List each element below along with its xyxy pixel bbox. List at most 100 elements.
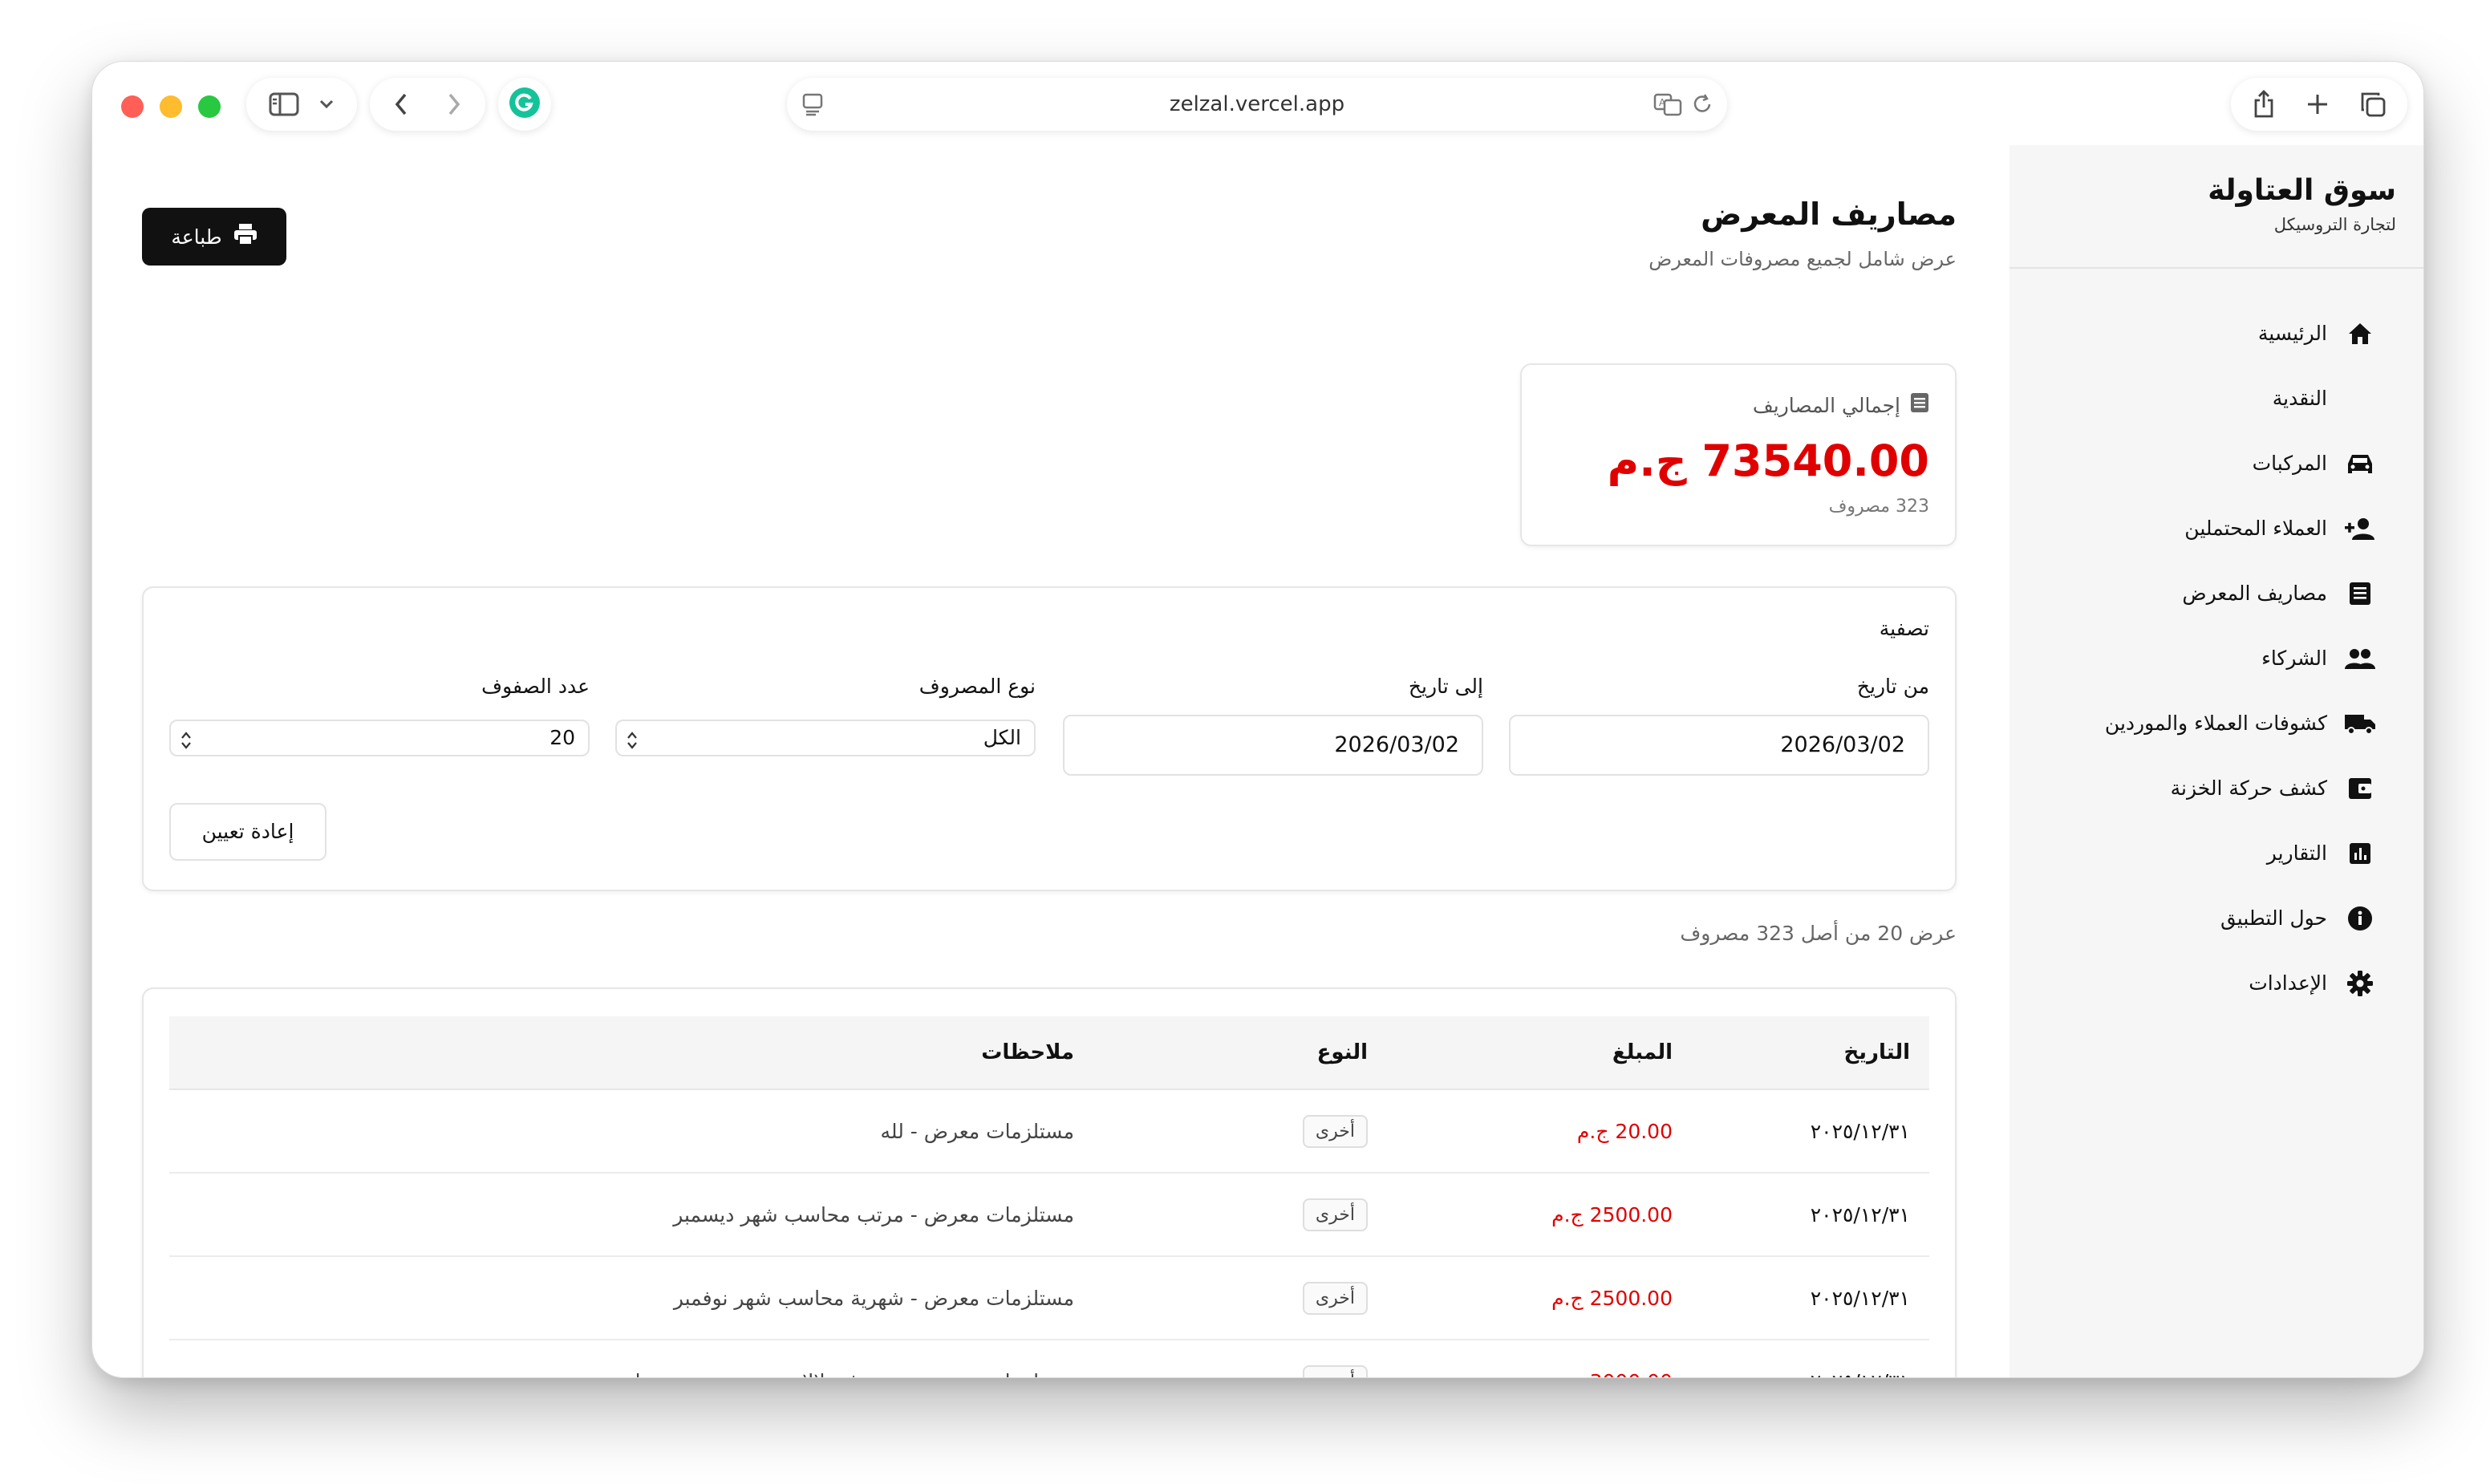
- cell-amount: 3000.00 ج.م: [1551, 1340, 1673, 1378]
- filter-title: تصفية: [1879, 617, 1929, 640]
- brand: سوق العتاولة لتجارة التروسيكل: [2009, 145, 2423, 234]
- from-date-input[interactable]: 2026/03/02: [1509, 715, 1929, 776]
- back-arrow-icon[interactable]: [394, 92, 408, 116]
- close-window-button[interactable]: [121, 95, 144, 118]
- forward-arrow-icon[interactable]: [447, 92, 461, 116]
- sidebar-toggle-group[interactable]: [246, 78, 357, 131]
- from-date-value: 2026/03/02: [1780, 732, 1905, 757]
- print-icon: [233, 223, 258, 250]
- total-label-row: إجمالي المصاريف: [1753, 392, 1929, 418]
- dollar-icon: $: [2343, 382, 2377, 416]
- home-icon: [2343, 317, 2377, 351]
- sidebar-item-statements[interactable]: كشوفات العملاء والموردين: [2009, 691, 2377, 756]
- header-amount[interactable]: المبلغ: [1612, 1016, 1673, 1089]
- page-subtitle: عرض شامل لجميع مصروفات المعرض: [1649, 248, 1957, 270]
- sidebar-item-treasury[interactable]: كشف حركة الخزنة: [2009, 756, 2377, 821]
- sidebar-item-label: الشركاء: [2261, 647, 2327, 670]
- share-icon[interactable]: [2252, 90, 2276, 119]
- truck-icon: [2343, 707, 2377, 740]
- cell-notes: مستلزمات معرض - مرتب محاسب شهر ديسمبر: [673, 1202, 1074, 1227]
- type-badge: أخرى: [1302, 1281, 1368, 1315]
- chevron-down-icon[interactable]: [318, 99, 335, 110]
- address-bar[interactable]: zelzal.vercel.app A: [787, 78, 1727, 131]
- expenses-table-card: التاريخ المبلغ النوع ملاحظات ٢٠٢٥/١٢/٣١ …: [142, 987, 1957, 1378]
- print-button[interactable]: طباعة: [142, 208, 286, 266]
- people-icon: [2343, 642, 2377, 675]
- sidebar-item-label: الإعدادات: [2249, 971, 2327, 995]
- list-icon: [2343, 577, 2377, 610]
- sidebar-item-leads[interactable]: العملاء المحتملين: [2009, 496, 2377, 561]
- sidebar-item-cash[interactable]: $ النقدية: [2009, 366, 2377, 431]
- cell-type: أخرى: [1302, 1174, 1368, 1255]
- to-date-value: 2026/03/02: [1334, 732, 1459, 757]
- reload-icon[interactable]: [1690, 92, 1714, 120]
- header-type[interactable]: النوع: [1317, 1016, 1368, 1089]
- rows-count-label: عدد الصفوف: [481, 675, 590, 698]
- list-icon: [1910, 392, 1929, 418]
- sidebar-item-label: حول التطبيق: [2220, 906, 2327, 930]
- sidebar-nav: الرئيسية $ النقدية المركبات العملاء المح…: [2009, 301, 2377, 1016]
- browser-toolbar: zelzal.vercel.app A: [92, 62, 2423, 145]
- table-row[interactable]: ٢٠٢٥/١٢/٣١ 20.00 ج.م أخرى مستلزمات معرض …: [169, 1090, 1929, 1174]
- chart-icon: [2343, 837, 2377, 870]
- sidebar-item-label: المركبات: [2252, 452, 2327, 475]
- svg-text:A: A: [1659, 97, 1666, 108]
- header-notes[interactable]: ملاحظات: [981, 1016, 1074, 1089]
- grammarly-extension-button[interactable]: [498, 78, 551, 131]
- cell-notes: مستلزمات معرض - منصرف لالا عمره وبنزيم و…: [618, 1340, 1074, 1378]
- select-arrows-icon: [180, 728, 192, 761]
- print-button-label: طباعة: [171, 225, 222, 249]
- sidebar-item-home[interactable]: الرئيسية: [2009, 301, 2377, 366]
- filter-card: تصفية من تاريخ 2026/03/02 إلى تاريخ 2026…: [142, 586, 1957, 891]
- main-content: مصاريف المعرض عرض شامل لجميع مصروفات الم…: [142, 145, 1957, 1377]
- table-row[interactable]: ٢٠٢٥/١٢/٣١ 3000.00 ج.م أخرى مستلزمات معر…: [169, 1340, 1929, 1378]
- sidebar-icon[interactable]: [269, 92, 299, 116]
- total-amount: 73540.00 ج.م: [1607, 436, 1929, 486]
- page-title: مصاريف المعرض: [1701, 197, 1957, 232]
- sidebar-item-label: العملاء المحتملين: [2184, 517, 2327, 540]
- cell-date: ٢٠٢٥/١٢/٣١: [1810, 1286, 1910, 1310]
- sidebar-item-about[interactable]: حول التطبيق: [2009, 886, 2377, 951]
- reset-button[interactable]: إعادة تعيين: [169, 803, 326, 861]
- type-badge: أخرى: [1302, 1114, 1368, 1148]
- from-date-label: من تاريخ: [1856, 675, 1929, 698]
- cell-amount: 2500.00 ج.م: [1551, 1202, 1673, 1227]
- minimize-window-button[interactable]: [160, 95, 182, 118]
- brand-subtitle: لتجارة التروسيكل: [2273, 215, 2396, 234]
- expense-type-select[interactable]: الكل: [615, 720, 1036, 756]
- table-row[interactable]: ٢٠٢٥/١٢/٣١ 2500.00 ج.م أخرى مستلزمات معر…: [169, 1174, 1929, 1257]
- sidebar-item-partners[interactable]: الشركاء: [2009, 626, 2377, 691]
- new-tab-plus-icon[interactable]: [2306, 93, 2329, 116]
- rows-count-select[interactable]: 20: [169, 720, 590, 756]
- history-nav-group[interactable]: [370, 78, 485, 131]
- sidebar-item-reports[interactable]: التقارير: [2009, 821, 2377, 886]
- cell-amount: 20.00 ج.م: [1576, 1119, 1673, 1143]
- sidebar-item-expenses[interactable]: مصاريف المعرض: [2009, 561, 2377, 626]
- sidebar-divider: [2009, 267, 2423, 269]
- total-label: إجمالي المصاريف: [1752, 393, 1900, 417]
- wallet-icon: [2343, 772, 2377, 805]
- tab-overview-icon[interactable]: [2359, 91, 2387, 118]
- type-badge: أخرى: [1302, 1364, 1368, 1377]
- sidebar-item-settings[interactable]: الإعدادات: [2009, 951, 2377, 1016]
- translate-icon[interactable]: A: [1653, 92, 1684, 120]
- sidebar: سوق العتاولة لتجارة التروسيكل الرئيسية $…: [2009, 145, 2423, 1377]
- sidebar-item-label: التقارير: [2266, 841, 2327, 865]
- table-row[interactable]: ٢٠٢٥/١٢/٣١ 2500.00 ج.م أخرى مستلزمات معر…: [169, 1257, 1929, 1340]
- cell-type: أخرى: [1302, 1340, 1368, 1377]
- sidebar-item-vehicles[interactable]: المركبات: [2009, 431, 2377, 496]
- cell-date: ٢٠٢٥/١٢/٣١: [1810, 1119, 1910, 1143]
- cell-type: أخرى: [1302, 1257, 1368, 1339]
- car-icon: [2343, 447, 2377, 480]
- to-date-input[interactable]: 2026/03/02: [1063, 715, 1483, 776]
- header-date[interactable]: التاريخ: [1843, 1016, 1910, 1089]
- cell-date: ٢٠٢٥/١٢/٣١: [1811, 1340, 1910, 1378]
- window-actions-group: [2231, 78, 2407, 131]
- sidebar-item-label: مصاريف المعرض: [2182, 582, 2327, 605]
- results-count-text: عرض 20 من أصل 323 مصروف: [1680, 922, 1957, 945]
- url-text: zelzal.vercel.app: [1169, 92, 1345, 116]
- sidebar-item-label: النقدية: [2272, 387, 2327, 410]
- info-icon: [2343, 902, 2377, 935]
- expense-type-value: الكل: [983, 726, 1021, 749]
- zoom-window-button[interactable]: [198, 95, 221, 118]
